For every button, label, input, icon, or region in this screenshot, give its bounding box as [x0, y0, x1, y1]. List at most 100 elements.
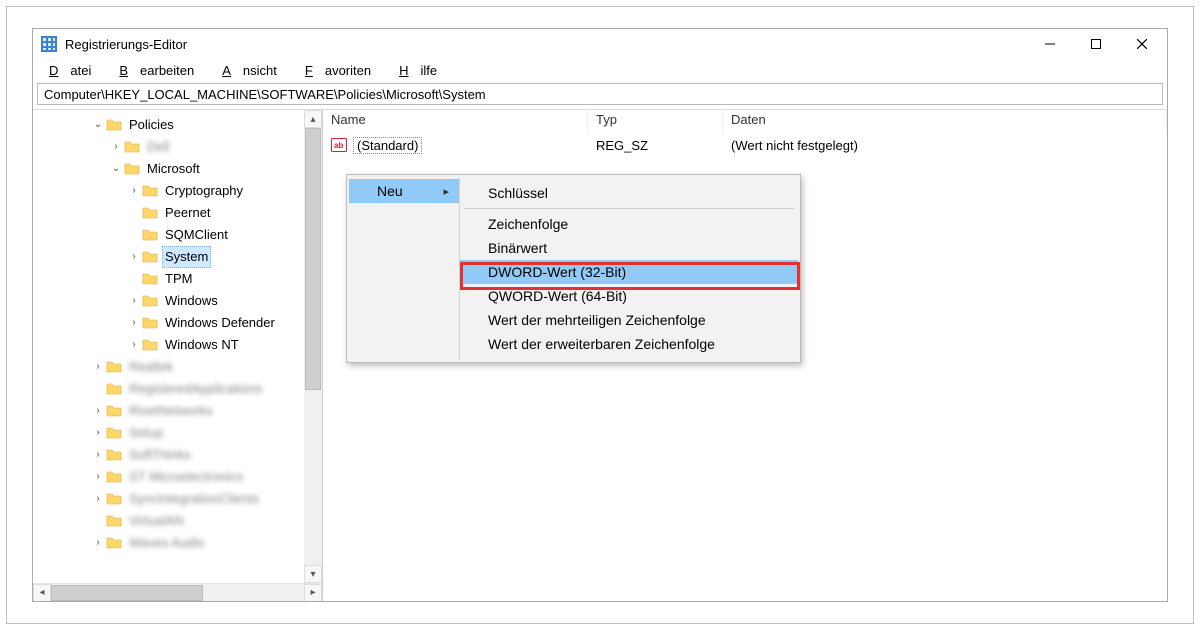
context-menu-new[interactable]: Neu ▸ — [349, 179, 459, 203]
column-data[interactable]: Daten — [723, 110, 1167, 134]
folder-icon — [124, 139, 140, 155]
tree-node-blur[interactable]: › ST Microelectronics — [33, 466, 322, 488]
context-menu: Neu ▸ Schlüssel Zeichenfolge Binärwert D… — [346, 174, 801, 363]
chevron-right-icon[interactable]: › — [91, 444, 105, 466]
chevron-right-icon[interactable]: › — [127, 290, 141, 312]
address-bar[interactable]: Computer\HKEY_LOCAL_MACHINE\SOFTWARE\Pol… — [37, 83, 1163, 105]
context-menu-item-string[interactable]: Zeichenfolge — [460, 212, 798, 236]
registry-editor-window: Registrierungs-Editor Datei Bearbeiten A… — [32, 28, 1168, 602]
folder-icon — [142, 271, 158, 287]
tree-horizontal-scrollbar[interactable]: ◂ ▸ — [33, 583, 322, 601]
scroll-track[interactable] — [51, 584, 304, 602]
svg-text:ab: ab — [334, 141, 343, 150]
menu-view[interactable]: Ansicht — [210, 62, 289, 79]
context-menu-item-dword[interactable]: DWORD-Wert (32-Bit) — [460, 260, 798, 284]
tree-node-blur[interactable]: › Realtek — [33, 356, 322, 378]
context-menu-item-key[interactable]: Schlüssel — [460, 181, 798, 205]
tree-node-blur[interactable]: › Waves Audio — [33, 532, 322, 554]
chevron-right-icon[interactable]: › — [127, 312, 141, 334]
folder-icon — [106, 381, 122, 397]
chevron-right-icon[interactable]: › — [91, 466, 105, 488]
tree-node-windows-defender[interactable]: › Windows Defender — [33, 312, 322, 334]
tree-vertical-scrollbar[interactable]: ▴ ▾ — [304, 110, 322, 583]
close-button[interactable] — [1119, 29, 1165, 59]
scroll-track[interactable] — [304, 128, 322, 565]
folder-icon — [142, 337, 158, 353]
window-title: Registrierungs-Editor — [65, 37, 187, 52]
menu-edit[interactable]: Bearbeiten — [107, 62, 206, 79]
chevron-right-icon[interactable]: › — [127, 180, 141, 202]
folder-icon — [142, 315, 158, 331]
folder-icon — [106, 535, 122, 551]
tree-node-cryptography[interactable]: › Cryptography — [33, 180, 322, 202]
folder-icon — [142, 183, 158, 199]
folder-icon — [142, 205, 158, 221]
tree-node-windows[interactable]: › Windows — [33, 290, 322, 312]
tree-node-system[interactable]: › System — [33, 246, 322, 268]
minimize-button[interactable] — [1027, 29, 1073, 59]
title-bar[interactable]: Registrierungs-Editor — [33, 29, 1167, 59]
chevron-right-icon[interactable]: › — [91, 532, 105, 554]
menu-favorites[interactable]: Favoriten — [293, 62, 383, 79]
folder-icon — [142, 227, 158, 243]
chevron-down-icon[interactable]: ⌄ — [91, 114, 105, 136]
folder-icon — [142, 249, 158, 265]
list-header: Name Typ Daten — [323, 110, 1167, 134]
column-name[interactable]: Name — [323, 110, 588, 134]
folder-icon — [106, 513, 122, 529]
tree-node-blur[interactable]: › RegisteredApplications — [33, 378, 322, 400]
menu-file[interactable]: Datei — [37, 62, 103, 79]
tree-node-peernet[interactable]: › Peernet — [33, 202, 322, 224]
scroll-thumb[interactable] — [51, 585, 203, 601]
scroll-thumb[interactable] — [305, 128, 321, 390]
tree-node-blur[interactable]: › RivetNetworks — [33, 400, 322, 422]
folder-icon — [142, 293, 158, 309]
chevron-right-icon[interactable]: › — [91, 488, 105, 510]
folder-icon — [106, 491, 122, 507]
chevron-right-icon[interactable]: › — [127, 334, 141, 356]
scroll-up-icon[interactable]: ▴ — [304, 110, 322, 128]
tree-node-blur[interactable]: › VirtualAN — [33, 510, 322, 532]
tree-node-blur[interactable]: › SyncIntegrationClients — [33, 488, 322, 510]
context-menu-item-expandstring[interactable]: Wert der erweiterbaren Zeichenfolge — [460, 332, 798, 356]
menu-bar: Datei Bearbeiten Ansicht Favoriten Hilfe — [33, 59, 1167, 81]
scroll-right-icon[interactable]: ▸ — [304, 584, 322, 602]
string-value-icon: ab — [331, 137, 347, 153]
registry-tree[interactable]: ⌄ Policies › Dell ⌄ Microsoft — [33, 114, 322, 554]
tree-pane: ⌄ Policies › Dell ⌄ Microsoft — [33, 110, 323, 601]
folder-icon — [106, 469, 122, 485]
tree-node-sqmclient[interactable]: › SQMClient — [33, 224, 322, 246]
folder-icon — [106, 447, 122, 463]
maximize-button[interactable] — [1073, 29, 1119, 59]
menu-help[interactable]: Hilfe — [387, 62, 449, 79]
chevron-down-icon[interactable]: ⌄ — [109, 158, 123, 180]
chevron-right-icon[interactable]: › — [109, 136, 123, 158]
tree-node-blur[interactable]: › Setup — [33, 422, 322, 444]
tree-node-dell[interactable]: › Dell — [33, 136, 322, 158]
tree-node-policies[interactable]: ⌄ Policies — [33, 114, 322, 136]
tree-node-blur[interactable]: › SoftThinks — [33, 444, 322, 466]
context-menu-item-multistring[interactable]: Wert der mehrteiligen Zeichenfolge — [460, 308, 798, 332]
value-name: (Standard) — [353, 137, 422, 154]
folder-icon — [106, 359, 122, 375]
value-data: (Wert nicht festgelegt) — [723, 138, 1167, 153]
address-text: Computer\HKEY_LOCAL_MACHINE\SOFTWARE\Pol… — [44, 87, 486, 102]
chevron-right-icon[interactable]: › — [91, 400, 105, 422]
folder-icon — [106, 403, 122, 419]
value-list-pane: Name Typ Daten ab (Standard) REG_SZ (Wer… — [323, 110, 1167, 601]
chevron-right-icon: ▸ — [443, 185, 449, 198]
folder-icon — [106, 425, 122, 441]
scroll-left-icon[interactable]: ◂ — [33, 584, 51, 602]
scroll-down-icon[interactable]: ▾ — [304, 565, 322, 583]
column-type[interactable]: Typ — [588, 110, 723, 134]
chevron-right-icon[interactable]: › — [127, 246, 141, 268]
chevron-right-icon[interactable]: › — [91, 356, 105, 378]
context-menu-item-qword[interactable]: QWORD-Wert (64-Bit) — [460, 284, 798, 308]
list-item-default[interactable]: ab (Standard) REG_SZ (Wert nicht festgel… — [323, 134, 1167, 156]
tree-node-microsoft[interactable]: ⌄ Microsoft — [33, 158, 322, 180]
chevron-right-icon[interactable]: › — [91, 422, 105, 444]
context-menu-item-binary[interactable]: Binärwert — [460, 236, 798, 260]
folder-icon — [124, 161, 140, 177]
tree-node-tpm[interactable]: › TPM — [33, 268, 322, 290]
tree-node-windows-nt[interactable]: › Windows NT — [33, 334, 322, 356]
